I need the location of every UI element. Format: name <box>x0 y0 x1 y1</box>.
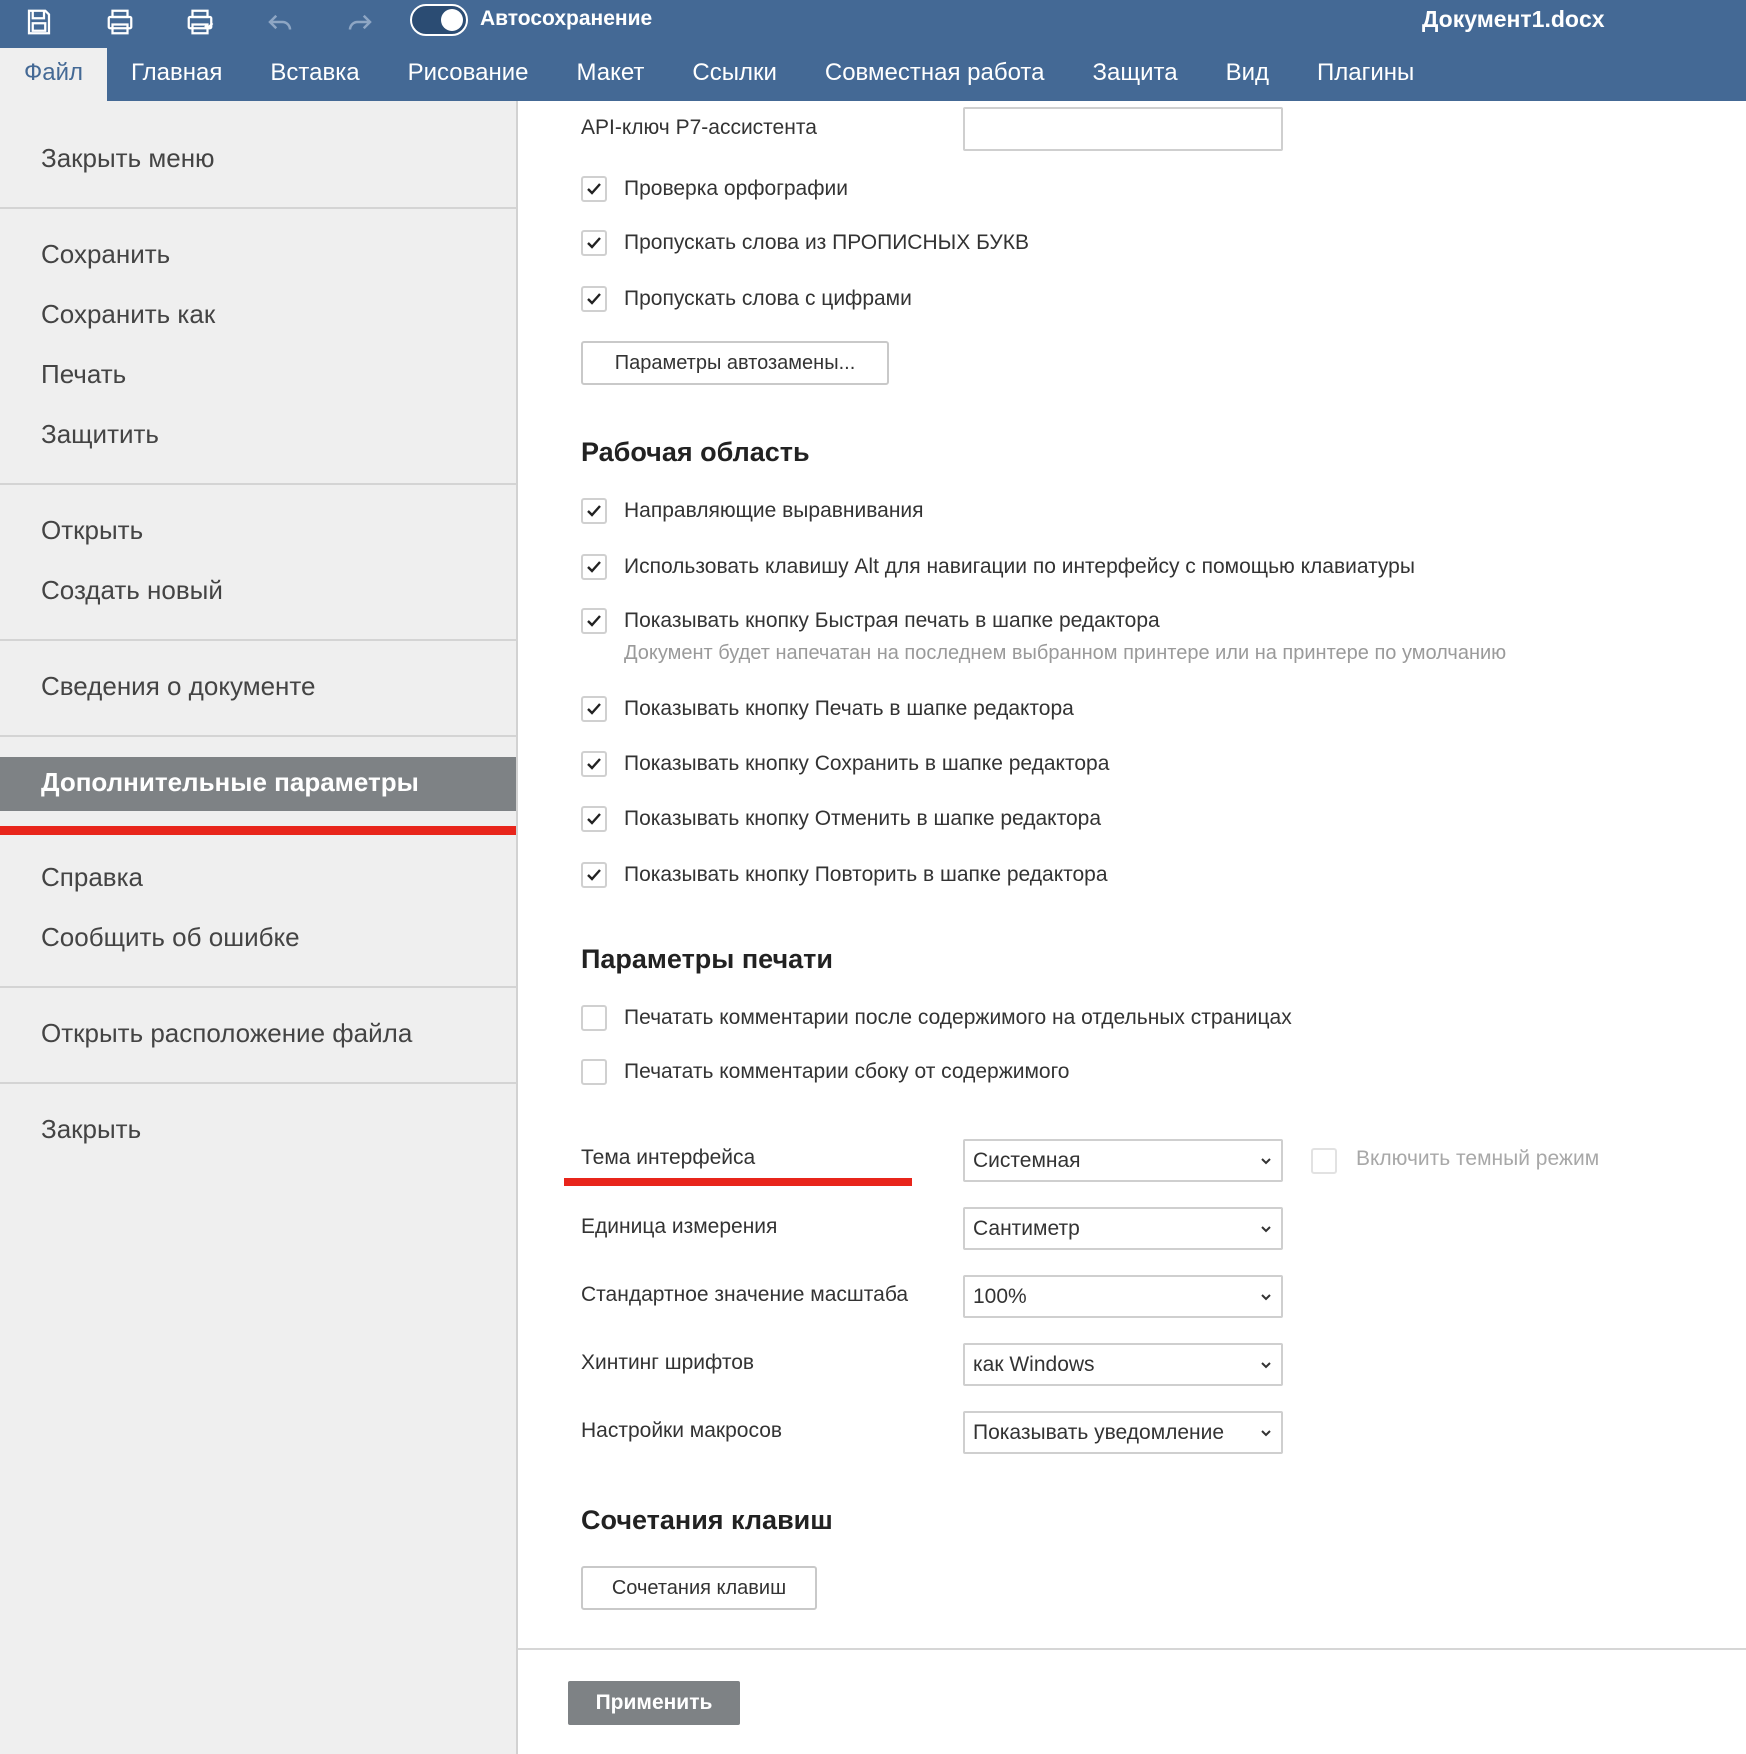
show-redo-label: Показывать кнопку Повторить в шапке реда… <box>624 863 1108 886</box>
menu-divider <box>0 483 516 485</box>
annotation-underline <box>0 826 516 835</box>
menu-open[interactable]: Открыть <box>41 515 143 546</box>
quick-print-label: Показывать кнопку Быстрая печать в шапке… <box>624 609 1160 632</box>
autosave-label: Автосохранение <box>480 7 653 30</box>
print-comments-side-checkbox[interactable] <box>581 1059 607 1085</box>
show-undo-label: Показывать кнопку Отменить в шапке редак… <box>624 807 1102 830</box>
workspace-section-title: Рабочая область <box>581 437 810 467</box>
chevron-down-icon <box>1261 1430 1271 1437</box>
chevron-down-icon <box>1261 1294 1271 1301</box>
keyboard-shortcuts-button[interactable]: Сочетания клавиш <box>581 1566 817 1610</box>
alt-navigation-checkbox[interactable] <box>581 554 607 580</box>
tab-file[interactable]: Файл <box>0 48 108 101</box>
zoom-label: Стандартное значение масштаба <box>581 1283 909 1306</box>
footer-divider <box>518 1648 1746 1650</box>
document-title: Документ1.docx <box>1422 6 1605 32</box>
font-hinting-select[interactable]: как Windows <box>963 1343 1283 1386</box>
print-comments-after-label: Печатать комментарии после содержимого н… <box>624 1006 1292 1029</box>
font-hinting-label: Хинтинг шрифтов <box>581 1351 755 1374</box>
skip-uppercase-label: Пропускать слова из ПРОПИСНЫХ БУКВ <box>624 231 1029 254</box>
file-menu-sidebar: Закрыть меню Сохранить Сохранить как Печ… <box>0 101 518 1754</box>
save-icon[interactable] <box>19 4 59 40</box>
unit-select[interactable]: Сантиметр <box>963 1207 1283 1250</box>
alignment-guides-checkbox[interactable] <box>581 498 607 524</box>
annotation-underline <box>564 1178 912 1186</box>
quick-print-checkbox[interactable] <box>581 608 607 634</box>
show-redo-checkbox[interactable] <box>581 862 607 888</box>
quick-print-hint: Документ будет напечатан на последнем вы… <box>624 642 1507 664</box>
unit-select-value: Сантиметр <box>973 1217 1080 1240</box>
show-save-checkbox[interactable] <box>581 751 607 777</box>
apply-button[interactable]: Применить <box>568 1681 740 1725</box>
menu-close-menu[interactable]: Закрыть меню <box>41 143 215 174</box>
tab-references[interactable]: Ссылки <box>668 48 801 101</box>
zoom-select[interactable]: 100% <box>963 1275 1283 1318</box>
title-bar: Автосохранение Документ1.docx Файл Главн… <box>0 0 1746 101</box>
menu-document-info[interactable]: Сведения о документе <box>41 671 315 702</box>
print-comments-side-label: Печатать комментарии сбоку от содержимог… <box>624 1060 1070 1083</box>
font-hinting-select-value: как Windows <box>973 1353 1095 1376</box>
print-icon[interactable] <box>100 4 140 40</box>
macros-select[interactable]: Показывать уведомление <box>963 1411 1283 1454</box>
menu-create-new[interactable]: Создать новый <box>41 575 223 606</box>
alignment-guides-label: Направляющие выравнивания <box>624 499 924 522</box>
tab-plugins[interactable]: Плагины <box>1293 48 1438 101</box>
shortcuts-section-title: Сочетания клавиш <box>581 1505 833 1535</box>
api-key-label: API-ключ Р7-ассистента <box>581 116 817 139</box>
menu-divider <box>0 639 516 641</box>
ribbon-tabs: Файл Главная Вставка Рисование Макет Ссы… <box>0 48 1438 101</box>
macros-label: Настройки макросов <box>581 1419 783 1442</box>
unit-label: Единица измерения <box>581 1215 778 1238</box>
menu-help[interactable]: Справка <box>41 862 143 893</box>
menu-divider <box>0 1082 516 1084</box>
tab-layout[interactable]: Макет <box>552 48 668 101</box>
menu-divider <box>0 735 516 737</box>
chevron-down-icon <box>1261 1226 1271 1233</box>
spellcheck-checkbox[interactable] <box>581 176 607 202</box>
theme-select-value: Системная <box>973 1149 1081 1172</box>
macros-select-value: Показывать уведомление <box>973 1421 1225 1444</box>
menu-open-file-location[interactable]: Открыть расположение файла <box>41 1018 412 1049</box>
menu-divider <box>0 986 516 988</box>
menu-close[interactable]: Закрыть <box>41 1114 141 1145</box>
show-undo-checkbox[interactable] <box>581 806 607 832</box>
skip-uppercase-checkbox[interactable] <box>581 230 607 256</box>
dark-mode-label: Включить темный режим <box>1356 1147 1600 1170</box>
tab-home[interactable]: Главная <box>107 48 246 101</box>
print-comments-after-checkbox[interactable] <box>581 1005 607 1031</box>
zoom-select-value: 100% <box>973 1285 1027 1308</box>
menu-print[interactable]: Печать <box>41 359 126 390</box>
menu-report-bug[interactable]: Сообщить об ошибке <box>41 922 300 953</box>
show-print-label: Показывать кнопку Печать в шапке редакто… <box>624 697 1074 720</box>
redo-icon[interactable] <box>340 4 380 40</box>
chevron-down-icon <box>1261 1362 1271 1369</box>
theme-select[interactable]: Системная <box>963 1139 1283 1182</box>
undo-icon[interactable] <box>260 4 300 40</box>
show-save-label: Показывать кнопку Сохранить в шапке реда… <box>624 752 1110 775</box>
theme-label: Тема интерфейса <box>581 1146 756 1169</box>
menu-save[interactable]: Сохранить <box>41 239 170 270</box>
autocorrect-options-button[interactable]: Параметры автозамены... <box>581 341 889 385</box>
print-section-title: Параметры печати <box>581 944 834 974</box>
tab-collaboration[interactable]: Совместная работа <box>801 48 1069 101</box>
tab-view[interactable]: Вид <box>1202 48 1293 101</box>
spellcheck-label: Проверка орфографии <box>624 177 848 200</box>
menu-divider <box>0 207 516 209</box>
advanced-settings-panel: API-ключ Р7-ассистента Проверка орфограф… <box>518 101 1746 1754</box>
tab-draw[interactable]: Рисование <box>384 48 553 101</box>
alt-navigation-label: Использовать клавишу Alt для навигации п… <box>624 555 1415 578</box>
api-key-input[interactable] <box>963 107 1283 151</box>
dark-mode-checkbox[interactable] <box>1311 1148 1337 1174</box>
skip-digits-label: Пропускать слова с цифрами <box>624 287 912 310</box>
menu-advanced-settings[interactable]: Дополнительные параметры <box>41 767 419 798</box>
quick-print-icon[interactable] <box>180 4 220 40</box>
tab-insert[interactable]: Вставка <box>246 48 383 101</box>
autosave-toggle[interactable] <box>410 4 468 36</box>
menu-protect[interactable]: Защитить <box>41 419 159 450</box>
show-print-checkbox[interactable] <box>581 696 607 722</box>
chevron-down-icon <box>1261 1158 1271 1165</box>
skip-digits-checkbox[interactable] <box>581 286 607 312</box>
tab-protection[interactable]: Защита <box>1068 48 1201 101</box>
menu-save-as[interactable]: Сохранить как <box>41 299 215 330</box>
